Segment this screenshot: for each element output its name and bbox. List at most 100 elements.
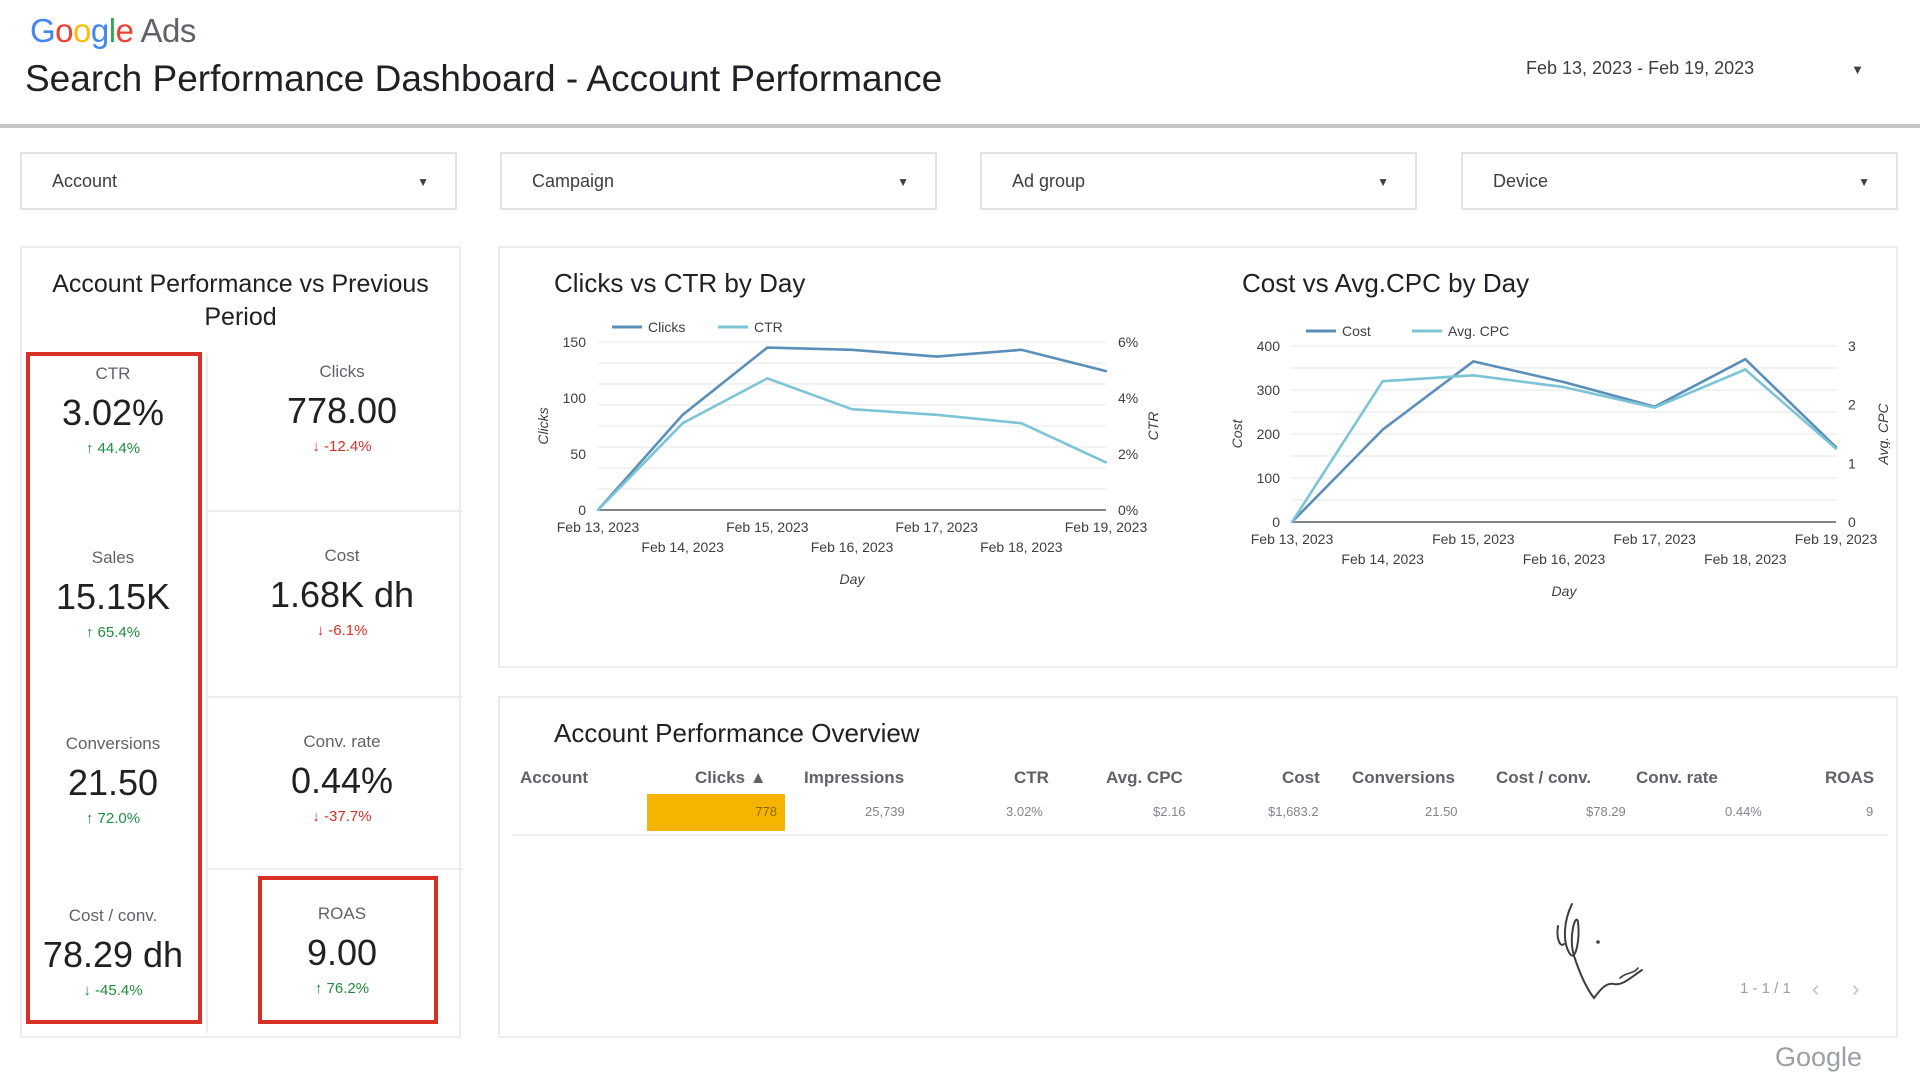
column-header-roas[interactable]: ROAS: [1825, 768, 1874, 788]
kpi-label: Clicks: [319, 362, 365, 381]
kpi-card-cost: Cost 1.68K dh ↓ -6.1%: [242, 546, 442, 639]
data-point: [850, 408, 854, 411]
y2-axis-title: Avg. CPC: [1875, 403, 1890, 466]
x-tick-label: Feb 16, 2023: [1523, 551, 1606, 567]
data-point: [1104, 461, 1108, 464]
x-tick-label: Feb 13, 2023: [1251, 531, 1334, 547]
data-point: [766, 346, 769, 349]
cell-roas: 9: [1866, 804, 1874, 819]
column-header-conv-rate[interactable]: Conv. rate: [1636, 768, 1718, 788]
column-header-cost-per-conv[interactable]: Cost / conv.: [1496, 768, 1591, 788]
x-tick-label: Feb 18, 2023: [1704, 551, 1787, 567]
column-header-clicks[interactable]: Clicks ▲: [695, 768, 767, 788]
data-point: [1744, 368, 1747, 371]
y2-tick-label: 2%: [1118, 446, 1138, 462]
data-point: [1381, 380, 1384, 383]
x-tick-label: Feb 14, 2023: [1341, 551, 1424, 567]
x-tick-label: Feb 19, 2023: [1065, 519, 1148, 535]
x-tick-label: Feb 14, 2023: [641, 539, 724, 555]
cell-clicks: 778: [755, 804, 777, 819]
filter-campaign[interactable]: Campaign ▼: [500, 152, 937, 210]
pagination-label: 1 - 1 / 1: [1740, 980, 1791, 997]
y2-tick-label: 0%: [1118, 502, 1138, 518]
date-range-selector[interactable]: Feb 13, 2023 - Feb 19, 2023 ▼: [1486, 52, 1876, 86]
divider: [207, 868, 463, 870]
caret-down-icon: ▼: [417, 175, 429, 189]
y-tick-label: 100: [563, 390, 587, 406]
table-title: Account Performance Overview: [554, 718, 920, 748]
x-tick-label: Feb 15, 2023: [726, 519, 809, 535]
data-point: [1834, 447, 1838, 450]
divider: [207, 696, 463, 698]
data-point: [681, 413, 684, 416]
clicks-ctr-line-chart: 0 50 100 150 0% 2% 4% 6% Feb 13, 2023Feb 14, 202…: [535, 319, 1161, 587]
legend-label: CTR: [754, 319, 783, 335]
y2-tick-label: 2: [1848, 397, 1856, 413]
data-point: [1290, 520, 1294, 524]
handwritten-signature: [1556, 903, 1643, 1000]
caret-down-icon: ▼: [1377, 175, 1389, 189]
kpi-panel-title: Account Performance vs Previous Period: [52, 270, 429, 331]
column-header-cost[interactable]: Cost: [1282, 768, 1320, 788]
y-tick-label: 200: [1257, 426, 1281, 442]
filter-device[interactable]: Device ▼: [1461, 152, 1898, 210]
header-bar: Google Ads Search Performance Dashboard -…: [0, 0, 1920, 128]
y2-axis-title: CTR: [1145, 412, 1161, 441]
y2-tick-label: 4%: [1118, 390, 1138, 406]
data-point: [681, 422, 684, 425]
chevron-left-icon[interactable]: ‹: [1812, 976, 1819, 1002]
data-point: [1381, 428, 1384, 431]
page-title: Search Performance Dashboard - Account P…: [25, 58, 943, 99]
y2-tick-label: 6%: [1118, 334, 1138, 350]
column-header-conversions[interactable]: Conversions: [1352, 768, 1455, 788]
caret-down-icon: ▼: [1858, 175, 1870, 189]
filter-label: Account: [52, 171, 118, 191]
cell-cost-per-conv: $78.29: [1586, 804, 1626, 819]
filter-label: Campaign: [532, 171, 615, 191]
kpi-delta: ↓ -37.7%: [312, 808, 372, 825]
kpi-value: 0.44%: [290, 760, 394, 801]
highlight-box-left-column: [26, 352, 202, 1024]
cell-cost: $1,683.2: [1268, 804, 1319, 819]
legend-label: Cost: [1342, 323, 1371, 339]
data-point: [935, 413, 938, 416]
data-point: [1472, 374, 1475, 377]
y-tick-label: 300: [1257, 382, 1281, 398]
x-tick-label: Feb 17, 2023: [895, 519, 978, 535]
chevron-right-icon[interactable]: ›: [1852, 976, 1859, 1002]
data-point: [935, 355, 938, 358]
data-point: [1104, 369, 1108, 373]
filter-account[interactable]: Account ▼: [20, 152, 457, 210]
data-point: [850, 348, 854, 352]
filter-ad-group[interactable]: Ad group ▼: [980, 152, 1417, 210]
column-header-ctr[interactable]: CTR: [1014, 768, 1049, 788]
caret-down-icon: ▼: [1851, 62, 1864, 77]
chart-title: Clicks vs CTR by Day: [554, 268, 806, 298]
kpi-scorecard-panel: Account Performance vs Previous Period C…: [20, 246, 463, 1038]
cell-conversions: 21.50: [1425, 804, 1458, 819]
highlight-box-roas: [258, 876, 438, 1024]
row-divider: [512, 834, 1888, 836]
series-line-cost: [1291, 357, 1837, 523]
charts-panel: Clicks vs CTR by Day Cost vs Avg.CPC by …: [498, 246, 1898, 668]
kpi-value: 778.00: [286, 390, 398, 431]
kpi-delta: ↓ -6.1%: [316, 622, 368, 639]
y-tick-label: 100: [1257, 470, 1281, 486]
logo-google-wordmark: Google: [30, 12, 134, 49]
x-tick-label: Feb 16, 2023: [811, 539, 894, 555]
column-header-impressions[interactable]: Impressions: [804, 768, 904, 788]
column-header-account[interactable]: Account: [520, 768, 588, 788]
column-header-avg-cpc[interactable]: Avg. CPC: [1106, 768, 1183, 788]
data-point: [1472, 360, 1475, 363]
x-axis-title: Day: [1552, 583, 1578, 599]
x-axis-title: Day: [840, 571, 866, 587]
kpi-card-conv-rate: Conv. rate 0.44% ↓ -37.7%: [242, 732, 442, 825]
logo-ads-text: Ads: [140, 12, 196, 49]
x-tick-label: Feb 19, 2023: [1795, 531, 1878, 547]
data-point: [1653, 406, 1656, 409]
caret-down-icon: ▼: [897, 175, 909, 189]
y-tick-label: 0: [1272, 514, 1280, 530]
legend-label: Avg. CPC: [1448, 323, 1509, 339]
chart-title: Cost vs Avg.CPC by Day: [1242, 268, 1530, 298]
filter-label: Device: [1493, 171, 1549, 191]
